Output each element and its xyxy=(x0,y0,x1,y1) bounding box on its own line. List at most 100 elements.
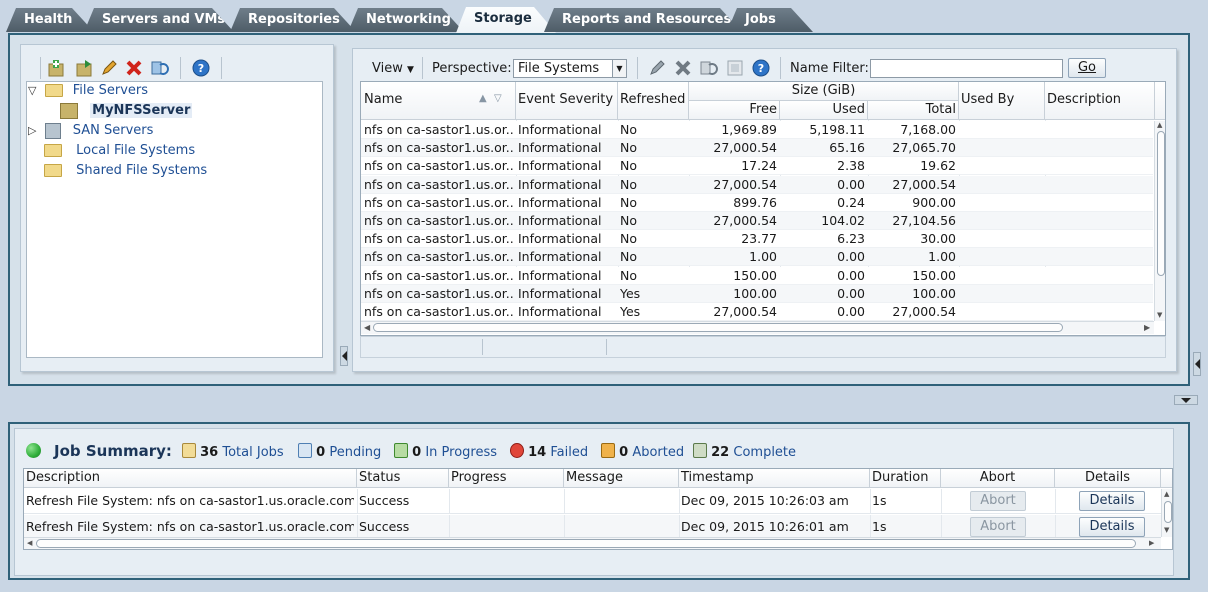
scrollbar-thumb[interactable] xyxy=(36,539,1136,548)
tree-node-shared-file-systems[interactable]: Shared File Systems xyxy=(44,162,207,180)
scroll-down-icon[interactable]: ▼ xyxy=(1157,311,1162,319)
total-jobs-link[interactable]: Total Jobs xyxy=(222,445,283,460)
edit-pencil-icon[interactable] xyxy=(100,59,118,77)
refresh-icon[interactable] xyxy=(151,59,169,77)
scrollbar-thumb[interactable] xyxy=(1164,501,1172,523)
tab-health[interactable]: Health xyxy=(6,8,94,32)
tab-servers-vms[interactable]: Servers and VMs xyxy=(84,8,234,32)
help-icon[interactable]: ? xyxy=(192,59,210,77)
job-cell-description: Refresh File System: nfs on ca-sastor1.u… xyxy=(26,493,354,508)
perspective-select[interactable]: File Systems ▼ xyxy=(513,59,627,78)
failed-jobs-summary[interactable]: 14 Failed xyxy=(510,443,588,460)
tree-node-local-file-systems[interactable]: Local File Systems xyxy=(44,142,195,160)
column-header-description[interactable]: Description xyxy=(1045,82,1155,120)
abort-button[interactable]: Abort xyxy=(970,491,1026,511)
delete-icon[interactable] xyxy=(125,59,143,77)
column-header-duration[interactable]: Duration xyxy=(870,469,941,488)
scrollbar-thumb[interactable] xyxy=(1157,131,1165,276)
toolbar-separator xyxy=(180,57,181,79)
discover-file-server-icon[interactable] xyxy=(75,59,93,77)
column-header-message[interactable]: Message xyxy=(564,469,679,488)
scroll-down-icon[interactable]: ▼ xyxy=(1164,526,1169,534)
details-button[interactable]: Details xyxy=(1079,517,1145,537)
column-header-used-by[interactable]: Used By xyxy=(959,82,1045,120)
sort-ascending-icon[interactable]: ▲ xyxy=(479,93,487,104)
table-row[interactable]: nfs on ca-sastor1.us.or... Informational Y… xyxy=(361,303,1153,321)
edit-pencil-icon[interactable] xyxy=(648,59,666,77)
vertical-scrollbar[interactable]: ▲ ▼ xyxy=(1154,121,1165,321)
column-header-event-severity[interactable]: Event Severity xyxy=(516,82,618,120)
aborted-jobs-link[interactable]: Aborted xyxy=(632,445,684,460)
column-header-progress[interactable]: Progress xyxy=(449,469,564,488)
tab-repositories[interactable]: Repositories xyxy=(230,8,356,32)
column-header-used[interactable]: Used xyxy=(780,101,868,120)
svg-text:?: ? xyxy=(758,62,764,75)
tree-node-file-servers[interactable]: ▽ File Servers xyxy=(28,82,148,100)
pending-jobs-summary[interactable]: 0 Pending xyxy=(298,443,381,460)
collapse-triangle-icon[interactable]: ▽ xyxy=(28,84,36,97)
scrollbar-thumb[interactable] xyxy=(373,323,1063,332)
tree-node-mynfsserver[interactable]: MyNFSServer xyxy=(60,102,193,120)
pending-jobs-link[interactable]: Pending xyxy=(329,445,381,460)
tab-reports-resources[interactable]: Reports and Resources xyxy=(544,8,742,32)
jobs-horizontal-scrollbar[interactable]: ◀ ▶ xyxy=(24,537,1161,549)
view-menu[interactable]: View ▼ xyxy=(372,60,414,78)
column-header-refreshed[interactable]: Refreshed xyxy=(618,82,689,120)
scroll-up-icon[interactable]: ▲ xyxy=(1157,121,1162,129)
column-header-description[interactable]: Description xyxy=(24,469,357,488)
splitter-collapse-handle[interactable] xyxy=(340,346,348,366)
folder-icon xyxy=(44,144,62,157)
column-header-total[interactable]: Total xyxy=(868,101,959,120)
column-header-free[interactable]: Free xyxy=(689,101,780,120)
complete-jobs-summary[interactable]: 22 Complete xyxy=(693,443,796,460)
cell-total: 1.00 xyxy=(928,249,956,265)
go-button[interactable]: Go xyxy=(1068,58,1106,78)
help-icon[interactable]: ? xyxy=(752,59,770,77)
in-progress-jobs-link[interactable]: In Progress xyxy=(425,445,497,460)
scroll-up-icon[interactable]: ▲ xyxy=(1164,490,1169,498)
create-file-server-icon[interactable] xyxy=(47,59,65,77)
failed-jobs-link[interactable]: Failed xyxy=(550,445,588,460)
table-row[interactable]: nfs on ca-sastor1.us.or... Informational N… xyxy=(361,212,1153,230)
delete-icon[interactable] xyxy=(674,59,692,77)
table-row[interactable]: nfs on ca-sastor1.us.or... Informational N… xyxy=(361,121,1153,139)
properties-icon[interactable] xyxy=(726,59,744,77)
refresh-icon[interactable] xyxy=(700,59,718,77)
scroll-right-icon[interactable]: ▶ xyxy=(1149,539,1154,547)
in-progress-jobs-summary[interactable]: 0 In Progress xyxy=(394,443,497,460)
table-row[interactable]: nfs on ca-sastor1.us.or... Informational Y… xyxy=(361,284,1153,303)
table-row[interactable]: nfs on ca-sastor1.us.or... Informational N… xyxy=(361,248,1153,267)
table-row[interactable]: nfs on ca-sastor1.us.or... Informational N… xyxy=(361,175,1153,194)
tab-storage[interactable]: Storage xyxy=(456,7,556,33)
column-header-abort[interactable]: Abort xyxy=(941,469,1055,488)
scroll-right-icon[interactable]: ▶ xyxy=(1144,323,1150,332)
name-filter-input[interactable] xyxy=(870,59,1063,78)
tab-jobs[interactable]: Jobs xyxy=(727,8,813,32)
column-header-timestamp[interactable]: Timestamp xyxy=(679,469,870,488)
column-header-name[interactable]: Name ▲ ▽ xyxy=(361,82,516,120)
aborted-jobs-summary[interactable]: 0 Aborted xyxy=(601,443,684,460)
table-row[interactable]: nfs on ca-sastor1.us.or... Informational N… xyxy=(361,266,1153,285)
total-jobs-summary[interactable]: 36 Total Jobs xyxy=(182,443,284,460)
complete-jobs-link[interactable]: Complete xyxy=(733,445,796,460)
table-row[interactable]: nfs on ca-sastor1.us.or... Informational N… xyxy=(361,157,1153,176)
sort-descending-icon[interactable]: ▽ xyxy=(494,93,502,104)
scroll-left-icon[interactable]: ◀ xyxy=(364,323,370,332)
expand-triangle-icon[interactable]: ▷ xyxy=(28,124,36,137)
table-row[interactable]: nfs on ca-sastor1.us.or... Informational N… xyxy=(361,139,1153,158)
jobs-vertical-scrollbar[interactable]: ▲ ▼ xyxy=(1161,489,1172,537)
right-splitter-handle[interactable] xyxy=(1193,352,1201,376)
column-header-label: Event Severity xyxy=(518,92,614,107)
bottom-splitter-handle[interactable] xyxy=(1174,395,1198,405)
scroll-left-icon[interactable]: ◀ xyxy=(27,539,32,547)
column-header-details[interactable]: Details xyxy=(1055,469,1161,488)
table-row[interactable]: nfs on ca-sastor1.us.or... Informational N… xyxy=(361,193,1153,212)
details-button[interactable]: Details xyxy=(1079,491,1145,511)
column-header-status[interactable]: Status xyxy=(357,469,449,488)
job-row[interactable]: Refresh File System: nfs on ca-sastor1.u… xyxy=(24,489,1161,514)
abort-button[interactable]: Abort xyxy=(970,517,1026,537)
tab-networking[interactable]: Networking xyxy=(348,8,464,32)
horizontal-scrollbar[interactable]: ◀ ▶ xyxy=(361,321,1154,334)
table-row[interactable]: nfs on ca-sastor1.us.or... Informational N… xyxy=(361,230,1153,249)
tree-node-san-servers[interactable]: ▷ SAN Servers xyxy=(28,122,153,140)
